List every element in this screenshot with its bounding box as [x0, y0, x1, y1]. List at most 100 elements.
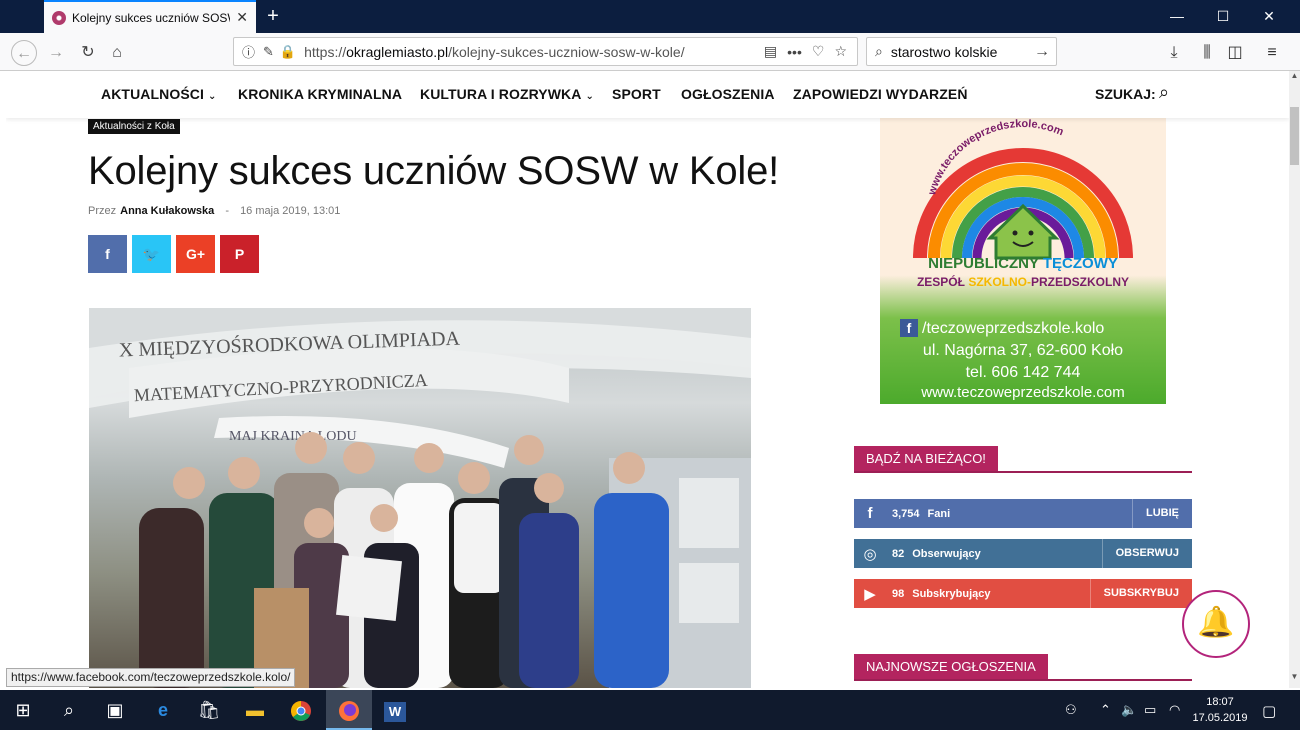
status-url-tooltip: https://www.facebook.com/teczoweprzedszk…: [6, 668, 296, 687]
close-window-button[interactable]: ✕: [1246, 0, 1292, 33]
search-go-icon[interactable]: →: [1034, 43, 1050, 61]
author-link[interactable]: Anna Kułakowska: [120, 205, 214, 217]
article-title: Kolejny sukces uczniów SOSW w Kole!: [88, 149, 780, 193]
article-date: 16 maja 2019, 13:01: [240, 205, 341, 217]
share-twitter-button[interactable]: 🐦: [132, 235, 171, 273]
nav-item-zapowiedzi[interactable]: ZAPOWIEDZI WYDARZEŃ: [793, 86, 968, 102]
facebook-icon: f: [105, 246, 110, 262]
url-text[interactable]: https://okraglemiasto.pl/kolejny-sukces-…: [304, 44, 764, 60]
nav-item-kultura[interactable]: KULTURA I ROZRYWKA ⌄: [420, 86, 594, 102]
facebook-like-button[interactable]: LUBIĘ: [1132, 499, 1192, 528]
ad-website: www.teczoweprzedszkole.com: [921, 384, 1125, 401]
page-viewport: AKTUALNOŚCI ⌄ KRONIKA KRYMINALNA KULTURA …: [6, 71, 1289, 688]
browser-navbar: ← → ↻ ⌂ ⓘ ✎ 🔒 https://okraglemiasto.pl/k…: [0, 33, 1300, 71]
search-bar[interactable]: ⌕ starostwo kolskie →: [866, 37, 1057, 66]
forward-button[interactable]: →: [43, 40, 69, 66]
download-icon[interactable]: ⤓: [1163, 42, 1185, 64]
newest-ads-heading: NAJNOWSZE OGŁOSZENIA: [854, 654, 1192, 681]
file-explorer-icon[interactable]: ▬: [232, 690, 278, 730]
wifi-icon[interactable]: ◠: [1169, 702, 1180, 718]
ad-subheadline: ZESPÓŁ SZKOLNO-PRZEDSZKOLNY: [916, 275, 1130, 289]
banner-line-3: MAJ KRAINA LODU: [229, 429, 357, 444]
scrollbar-thumb[interactable]: [1290, 107, 1299, 165]
bookmark-star-icon[interactable]: ☆: [834, 43, 847, 60]
stay-updated-heading: BĄDŹ NA BIEŻĄCO!: [854, 446, 1192, 473]
scroll-up-icon[interactable]: ▲: [1289, 71, 1300, 85]
close-tab-icon[interactable]: ✕: [236, 9, 248, 26]
lock-icon[interactable]: 🔒: [280, 44, 296, 60]
chevron-down-icon: ⌄: [585, 91, 594, 102]
word-icon[interactable]: W: [372, 690, 418, 730]
permissions-icon[interactable]: ✎: [263, 44, 274, 60]
share-google-plus-button[interactable]: G+: [176, 235, 215, 273]
chevron-down-icon: ⌄: [207, 91, 217, 102]
share-facebook-button[interactable]: f: [88, 235, 127, 273]
minimize-button[interactable]: —: [1154, 0, 1200, 33]
instagram-icon: ◎: [863, 545, 877, 563]
clock-time: 18:07: [1206, 696, 1234, 708]
twitter-icon: 🐦: [142, 246, 161, 262]
share-pinterest-button[interactable]: P: [220, 235, 259, 273]
volume-muted-icon[interactable]: 🔈: [1121, 702, 1137, 718]
instagram-follow-button[interactable]: OBSERWUJ: [1101, 539, 1192, 568]
maximize-button[interactable]: ☐: [1200, 0, 1246, 33]
youtube-icon: ▶: [864, 585, 876, 603]
taskbar-clock[interactable]: 18:07 17.05.2019: [1192, 694, 1248, 726]
facebook-social-bar[interactable]: f 3,754 Fani LUBIĘ: [854, 499, 1192, 528]
google-plus-icon: G+: [185, 246, 206, 262]
people-icon[interactable]: ⚇: [1065, 702, 1077, 718]
nav-item-aktualnosci[interactable]: AKTUALNOŚCI ⌄: [101, 86, 216, 102]
site-navigation: AKTUALNOŚCI ⌄ KRONIKA KRYMINALNA KULTURA …: [6, 71, 1289, 118]
search-icon[interactable]: ⌕: [46, 690, 92, 730]
rainbow-house-logo: www.teczoweprzedszkole.com: [913, 118, 1133, 260]
pinterest-icon: P: [234, 246, 245, 262]
scroll-down-icon[interactable]: ▼: [1289, 672, 1300, 686]
home-icon[interactable]: ⌂: [104, 40, 130, 66]
network-icon[interactable]: ▭: [1144, 702, 1156, 718]
search-icon: ⌕: [875, 43, 883, 59]
youtube-subscribe-button[interactable]: SUBSKRYBUJ: [1089, 579, 1192, 608]
ad-phone: tel. 606 142 744: [965, 364, 1081, 381]
reader-view-icon[interactable]: ▤: [764, 43, 777, 60]
task-view-icon[interactable]: ▣: [92, 690, 138, 730]
menu-hamburger-icon[interactable]: ≡: [1261, 42, 1283, 64]
instagram-social-bar[interactable]: ◎ 82 Obserwujący OBSERWUJ: [854, 539, 1192, 568]
start-windows-icon[interactable]: ⊞: [0, 690, 46, 730]
tray-chevron-up-icon[interactable]: ⌃: [1100, 702, 1111, 718]
pocket-icon[interactable]: ♡: [812, 43, 825, 60]
browser-tab[interactable]: Kolejny sukces uczniów SOSW w ✕: [44, 0, 256, 33]
facebook-icon: f: [867, 505, 873, 522]
url-bar[interactable]: ⓘ ✎ 🔒 https://okraglemiasto.pl/kolejny-s…: [233, 37, 858, 66]
reload-button[interactable]: ↻: [75, 40, 101, 66]
article-photo: X MIĘDZYOŚRODKOWA OLIMPIADA MATEMATYCZNO…: [89, 308, 751, 688]
ad-headline: NIEPUBLICZNY TĘCZOWY: [928, 255, 1118, 272]
page-actions-icon[interactable]: •••: [787, 44, 802, 60]
category-badge[interactable]: Aktualności z Koła: [88, 119, 180, 134]
back-button[interactable]: ←: [11, 40, 37, 66]
sidebar-icon[interactable]: ◫: [1224, 42, 1246, 64]
nav-item-ogloszenia[interactable]: OGŁOSZENIA: [681, 86, 775, 102]
library-icon[interactable]: ⫼: [1196, 42, 1218, 64]
search-icon[interactable]: ⌕: [1159, 82, 1169, 103]
nav-item-kronika[interactable]: KRONIKA KRYMINALNA: [238, 86, 402, 102]
firefox-icon[interactable]: [326, 690, 372, 730]
ad-address: ul. Nagórna 37, 62-600 Koło: [922, 342, 1124, 359]
new-tab-button[interactable]: +: [262, 5, 284, 27]
tab-title: Kolejny sukces uczniów SOSW w: [72, 10, 230, 25]
search-label: SZUKAJ:: [1095, 86, 1156, 102]
nav-item-sport[interactable]: SPORT: [612, 86, 661, 102]
group-photo-illustration: X MIĘDZYOŚRODKOWA OLIMPIADA MATEMATYCZNO…: [89, 308, 751, 688]
info-icon[interactable]: ⓘ: [242, 42, 255, 61]
sidebar-advertisement[interactable]: www.teczoweprzedszkole.com NIEPUBLICZNY …: [880, 118, 1166, 404]
facebook-icon: f: [900, 319, 918, 337]
notifications-icon[interactable]: ▢: [1262, 702, 1276, 720]
store-icon[interactable]: 🛍: [186, 690, 232, 730]
notification-bell-icon[interactable]: 🔔: [1182, 590, 1250, 658]
chrome-icon[interactable]: [278, 690, 324, 730]
search-input[interactable]: starostwo kolskie: [891, 44, 1034, 60]
article-byline: Przez Anna Kułakowska - 16 maja 2019, 13:…: [88, 205, 341, 217]
youtube-social-bar[interactable]: ▶ 98 Subskrybujący SUBSKRYBUJ: [854, 579, 1192, 608]
edge-browser-icon[interactable]: e: [140, 690, 186, 730]
site-favicon-icon: [52, 10, 66, 25]
ad-facebook: f/teczoweprzedszkole.kolo: [900, 319, 1104, 338]
